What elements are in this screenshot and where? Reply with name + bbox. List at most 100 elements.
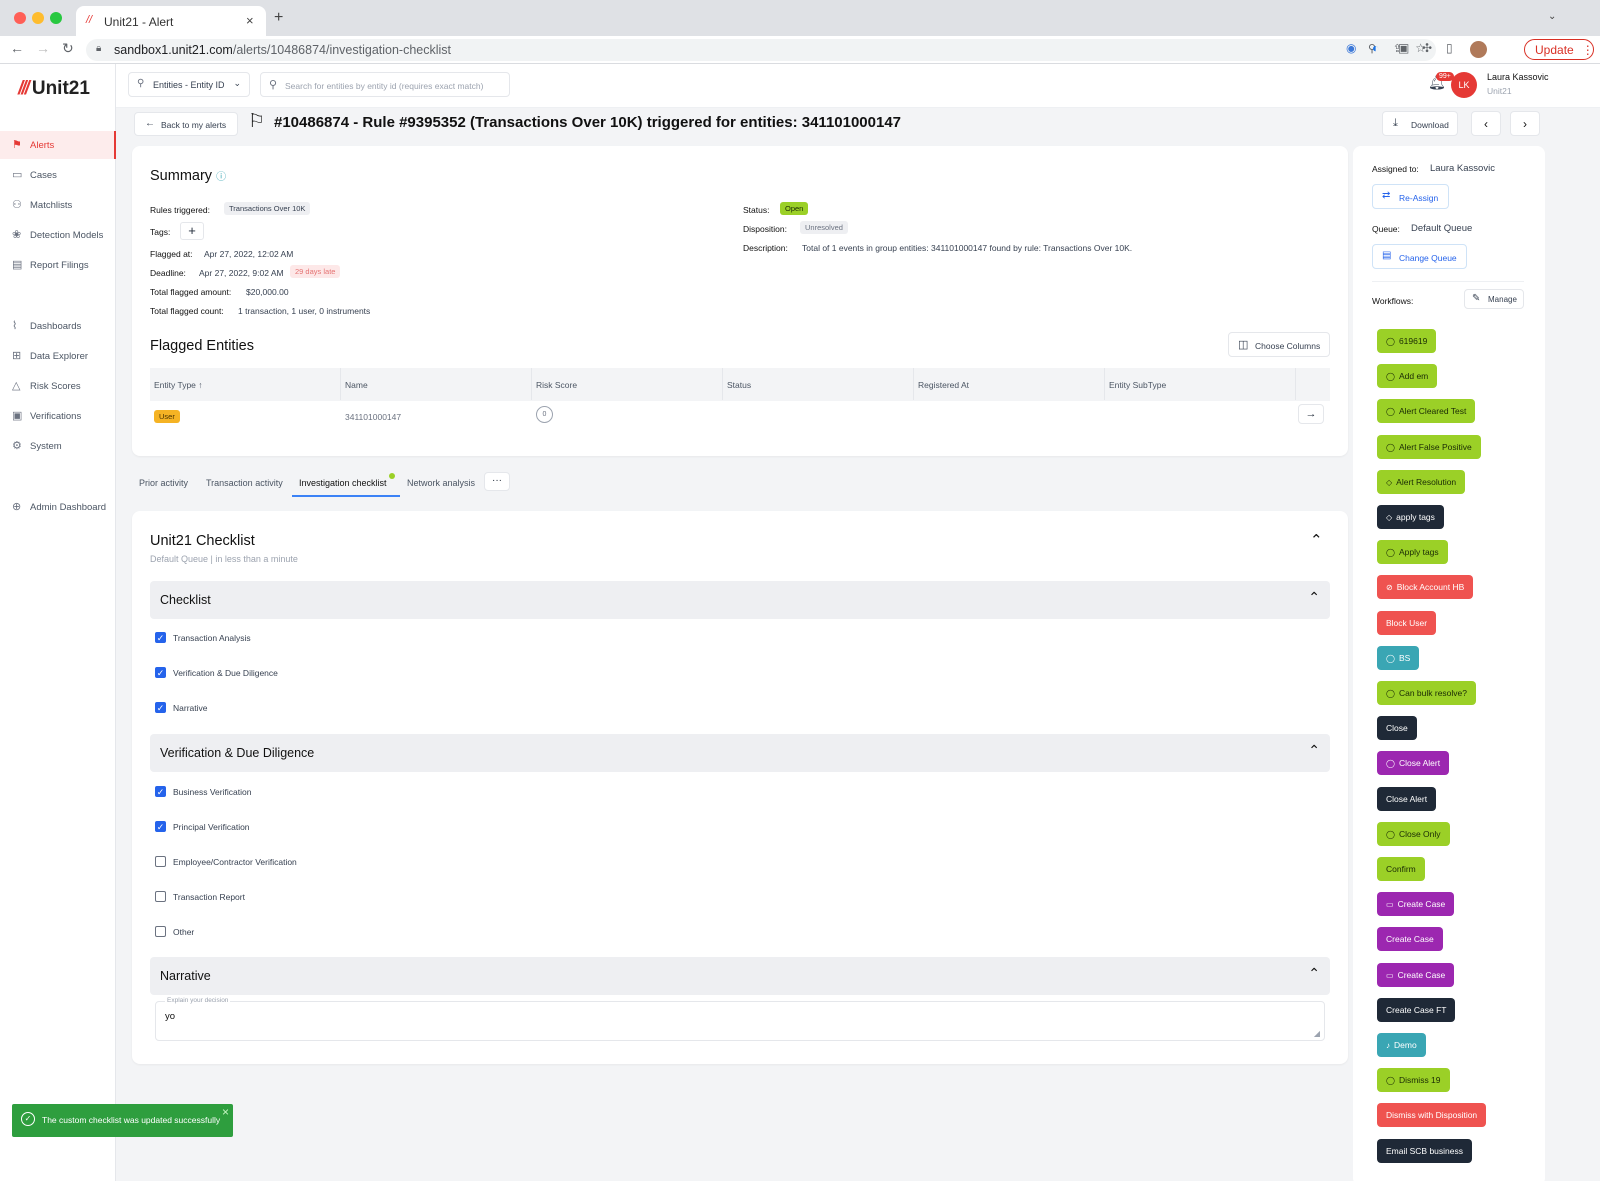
checkbox[interactable]: ✓ (155, 702, 166, 713)
puzzle-icon[interactable]: ✣ (1422, 41, 1432, 55)
url-field[interactable]: 🔒︎ sandbox1.unit21.com/alerts/10486874/i… (86, 39, 1436, 61)
back-to-alerts-button[interactable]: ← Back to my alerts (134, 112, 238, 136)
workflow-button[interactable]: ◯ Apply tags (1377, 540, 1448, 565)
minimize-window-icon[interactable] (32, 12, 44, 24)
workflow-button[interactable]: Create Case FT (1377, 997, 1456, 1022)
narrative-textarea[interactable]: Explain your decision yo ◢ (155, 997, 1325, 1041)
workflow-button[interactable]: ◯ Alert False Positive (1377, 434, 1481, 459)
maximize-window-icon[interactable] (50, 12, 62, 24)
resize-handle-icon[interactable]: ◢ (1314, 1029, 1320, 1038)
workflow-button[interactable]: ◯ Add em (1377, 364, 1438, 389)
checkbox[interactable]: ✓ (155, 821, 166, 832)
workflow-button[interactable]: Dismiss with Disposition (1377, 1103, 1487, 1128)
tab-network-analysis[interactable]: Network analysis (407, 478, 475, 488)
workflow-button[interactable]: ⊘ Block Account HB (1377, 575, 1474, 600)
manage-workflows-button[interactable]: ✎ Manage (1464, 289, 1524, 309)
forward-arrow-icon[interactable]: → (36, 40, 50, 56)
workflow-button[interactable]: ◯ Alert Cleared Test (1377, 399, 1476, 424)
tab-investigation-checklist[interactable]: Investigation checklist (299, 478, 387, 488)
section-narrative[interactable]: Narrative ⌃ (150, 957, 1330, 995)
workflow-button[interactable]: Close (1377, 716, 1417, 741)
column-header-entity-type[interactable]: Entity Type ↑ (150, 368, 341, 400)
checkbox[interactable] (155, 891, 166, 902)
choose-columns-button[interactable]: ◫ Choose Columns (1228, 332, 1330, 357)
sidebar-item-system[interactable]: ⚙ System (0, 432, 116, 460)
new-tab-icon[interactable]: + (274, 9, 283, 27)
workflow-button[interactable]: ◯ Close Only (1377, 821, 1450, 846)
next-alert-button[interactable]: › (1510, 111, 1540, 136)
previous-alert-button[interactable]: ‹ (1471, 111, 1501, 136)
checkbox[interactable]: ✓ (155, 632, 166, 643)
tab-list-chevron-icon[interactable]: ⌄ (1548, 11, 1556, 22)
tab-prior-activity[interactable]: Prior activity (139, 478, 188, 488)
change-queue-button[interactable]: ▤ Change Queue (1372, 244, 1467, 269)
column-header-registered-at[interactable]: Registered At (914, 368, 1105, 400)
entity-type-select[interactable]: ⚲ Entities - Entity ID ⌄ (128, 72, 250, 97)
browser-tab[interactable]: // Unit21 - Alert × (76, 6, 266, 36)
column-header-status[interactable]: Status (723, 368, 914, 400)
extension-icon[interactable]: ◐ (1372, 41, 1379, 55)
workflow-button[interactable]: Create Case (1377, 927, 1443, 952)
profile-avatar[interactable] (1470, 41, 1487, 58)
checkbox[interactable]: ✓ (155, 786, 166, 797)
tab-transaction-activity[interactable]: Transaction activity (206, 478, 283, 488)
workflow-button[interactable]: ▭ Create Case (1377, 892, 1455, 917)
sidebar-item-risk-scores[interactable]: △ Risk Scores (0, 372, 116, 400)
sidebar-item-dashboards[interactable]: ⌇ Dashboards (0, 312, 116, 340)
back-arrow-icon[interactable]: ← (10, 40, 24, 56)
workflow-button[interactable]: ♪ Demo (1377, 1033, 1426, 1057)
extension-icon[interactable]: ▣ (1398, 41, 1409, 55)
sidebar-item-admin-dashboard[interactable]: ⊕ Admin Dashboard (0, 493, 116, 521)
sidebar-item-matchlists[interactable]: ⚇ Matchlists (0, 191, 116, 219)
workflow-button[interactable]: ◯ Dismiss 19 (1377, 1068, 1450, 1093)
chevron-up-icon[interactable]: ⌃ (1308, 965, 1320, 982)
update-button[interactable]: Update ⋮ (1524, 39, 1594, 60)
close-toast-icon[interactable]: × (222, 1105, 229, 1119)
workflow-button[interactable]: ◇ apply tags (1377, 505, 1444, 529)
checkbox[interactable] (155, 926, 166, 937)
workflow-button[interactable]: ◯ Close Alert (1377, 751, 1450, 776)
logo[interactable]: ///Unit21 (18, 78, 90, 100)
table-row[interactable]: User 341101000147 0 → (150, 401, 1330, 429)
workflow-button[interactable]: ▭ Create Case (1377, 962, 1455, 987)
workflow-button[interactable]: Email SCB business (1377, 1138, 1473, 1163)
sidebar-item-alerts[interactable]: ⚑ Alerts (0, 131, 116, 159)
collapse-chevron-icon[interactable]: ⌃ (1310, 531, 1323, 549)
workflow-button[interactable]: Close Alert (1377, 786, 1437, 811)
close-window-icon[interactable] (14, 12, 26, 24)
extension-icon[interactable]: ◉ (1346, 41, 1356, 55)
close-tab-icon[interactable]: × (246, 13, 254, 28)
reassign-button[interactable]: ⇄ Re-Assign (1372, 184, 1449, 209)
arrow-right-icon[interactable]: → (1298, 404, 1324, 424)
sidebar-item-detection-models[interactable]: ❀ Detection Models (0, 221, 116, 249)
add-tag-button[interactable]: + (180, 222, 204, 240)
section-verification[interactable]: Verification & Due Diligence ⌃ (150, 734, 1330, 772)
checkbox[interactable] (155, 856, 166, 867)
workflow-button[interactable]: ◯ BS (1377, 645, 1420, 670)
sort-arrow-icon[interactable]: ↑ (198, 380, 202, 390)
sidebar-item-report-filings[interactable]: ▤ Report Filings (0, 251, 116, 279)
reload-icon[interactable]: ↻ (62, 40, 74, 57)
sidebar-item-verifications[interactable]: ▣ Verifications (0, 402, 116, 430)
sidebar-item-cases[interactable]: ▭ Cases (0, 161, 116, 189)
entity-search-input[interactable]: ⚲ Search for entities by entity id (requ… (260, 72, 510, 97)
avatar[interactable]: LK (1451, 72, 1477, 98)
help-icon[interactable]: ⓘ (216, 172, 226, 183)
rule-chip[interactable]: Transactions Over 10K (224, 202, 311, 215)
sidepanel-icon[interactable]: ▯ (1446, 41, 1453, 55)
download-button[interactable]: ⤓ Download (1382, 111, 1458, 136)
more-tabs-button[interactable]: ··· (484, 472, 510, 491)
workflow-button[interactable]: Block User (1377, 610, 1437, 635)
chevron-up-icon[interactable]: ⌃ (1308, 742, 1320, 759)
workflow-button[interactable]: Confirm (1377, 857, 1425, 881)
column-header-risk-score[interactable]: Risk Score (532, 368, 723, 400)
workflow-button[interactable]: ◇ Alert Resolution (1377, 469, 1466, 494)
column-header-name[interactable]: Name (341, 368, 532, 400)
workflow-button[interactable]: ◯ 619619 (1377, 329, 1437, 353)
chevron-up-icon[interactable]: ⌃ (1308, 589, 1320, 606)
checkbox[interactable]: ✓ (155, 667, 166, 678)
section-checklist[interactable]: Checklist ⌃ (150, 581, 1330, 619)
sidebar-item-data-explorer[interactable]: ⊞ Data Explorer (0, 342, 116, 370)
workflow-button[interactable]: ◯ Can bulk resolve? (1377, 681, 1476, 705)
column-header-entity-subtype[interactable]: Entity SubType (1105, 368, 1296, 400)
